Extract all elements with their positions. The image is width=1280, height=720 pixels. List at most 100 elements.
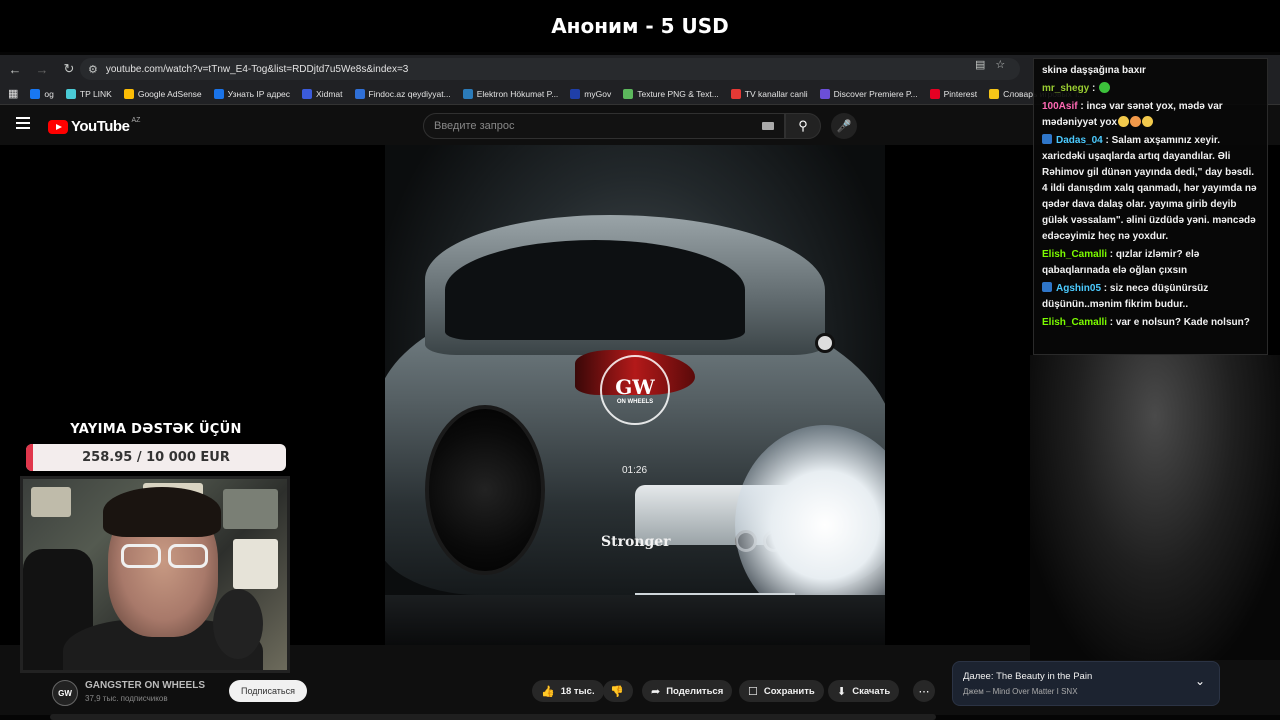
chat-separator: : [1101, 283, 1110, 294]
up-next-subtitle: Джем – Mind Over Matter I SNX [963, 687, 1078, 696]
apps-icon[interactable]: ▦ [8, 87, 18, 100]
download-button[interactable]: ⬇ Скачать [828, 680, 900, 702]
cast-icon[interactable]: ▤ [975, 58, 985, 71]
more-actions-icon[interactable]: ⋯ [913, 680, 935, 702]
up-next-card[interactable]: Далее: The Beauty in the Pain Джем – Min… [952, 661, 1220, 706]
video-frame[interactable]: GW ON WHEELS 01:26 Stronger [385, 145, 885, 645]
chat-username[interactable]: 100Asif [1042, 101, 1078, 112]
bookmark-label: og [44, 88, 54, 99]
wall-sticker [223, 489, 278, 529]
save-button[interactable]: ☐ Сохранить [739, 680, 824, 702]
bookmark-favicon-icon [123, 88, 134, 99]
bookmark-item[interactable]: TP LINK [65, 88, 112, 99]
thumbs-up-icon: 👍 [541, 685, 555, 698]
bookmark-item[interactable]: Findoc.az qeydiyyat... [354, 88, 451, 99]
star-icon[interactable]: ☆ [995, 58, 1005, 71]
stream-donation-title: Аноним - 5 USD [0, 0, 1280, 52]
like-button[interactable]: 👍 18 тыс. [532, 680, 604, 702]
menu-icon[interactable] [16, 117, 30, 129]
road [385, 595, 885, 645]
subscribe-button[interactable]: Подписаться [229, 680, 307, 702]
donation-goal-bar: 258.95 / 10 000 EUR [26, 444, 286, 471]
microphone [213, 589, 263, 659]
bookmark-label: Xidmat [316, 88, 343, 99]
emoji-icon [1118, 116, 1130, 127]
chat-message: mr_shegy : [1042, 81, 1261, 97]
share-button[interactable]: ➦ Поделиться [642, 680, 733, 702]
bookmark-icon: ☐ [748, 685, 758, 698]
chat-message: Elish_Camalli : var e nolsun? Kade nolsu… [1042, 315, 1261, 331]
streamer-hair [103, 487, 221, 537]
stream-screen: Аноним - 5 USD ← → ↻ ⚙ youtube.com/watch… [0, 0, 1280, 720]
description-box-edge [50, 714, 936, 720]
chat-username[interactable]: Agshin05 [1056, 283, 1101, 294]
bookmark-item[interactable]: TV kanallar canli [730, 88, 808, 99]
bookmark-favicon-icon [354, 88, 365, 99]
channel-name[interactable]: GANGSTER ON WHEELS [85, 680, 205, 691]
address-bar[interactable]: ⚙ youtube.com/watch?v=tTnw_E4-Tog&list=R… [80, 58, 1020, 80]
chat-text: var e nolsun? Kade nolsun? [1115, 317, 1250, 328]
bmw-badge [815, 333, 835, 353]
video-timestamp: 01:26 [622, 465, 648, 476]
bookmark-item[interactable]: Elektron Hökumət P... [462, 88, 558, 99]
bookmark-item[interactable]: Xidmat [302, 88, 343, 99]
bookmark-favicon-icon [213, 88, 224, 99]
live-chat-overlay: skinə daşşağına baxır mr_shegy : 100Asif … [1033, 58, 1268, 355]
chat-username[interactable]: Elish_Camalli [1042, 317, 1107, 328]
download-label: Скачать [852, 685, 891, 697]
youtube-logo[interactable]: YouTube AZ [48, 117, 140, 135]
bookmark-favicon-icon [929, 88, 940, 99]
bookmark-label: Google AdSense [137, 88, 202, 99]
bookmark-item[interactable]: Google AdSense [123, 88, 202, 99]
bookmark-item[interactable]: myGov [570, 88, 612, 99]
site-info-icon[interactable]: ⚙ [88, 63, 98, 76]
wall-sticker [233, 539, 278, 589]
bookmark-label: myGov [584, 88, 612, 99]
chat-message: Elish_Camalli : qızlar izləmir? elə qaba… [1042, 247, 1261, 279]
url-text[interactable]: youtube.com/watch?v=tTnw_E4-Tog&list=RDD… [106, 64, 408, 75]
watermark-letters: GW [615, 375, 655, 399]
chat-username[interactable]: mr_shegy [1042, 83, 1089, 94]
chat-separator: : [1107, 249, 1116, 260]
chat-message: 100Asif : incə var sənət yox, mədə var m… [1042, 99, 1261, 131]
bookmark-item[interactable]: Узнать IP адрес [213, 88, 290, 99]
channel-avatar[interactable]: GW [52, 680, 78, 706]
bookmark-item[interactable]: og [30, 88, 54, 99]
car-wheel [425, 405, 545, 575]
search-input[interactable]: Введите запрос [423, 113, 785, 139]
emoji-icon [1099, 82, 1111, 93]
voice-search-button[interactable]: 🎤 [831, 113, 857, 139]
reload-icon[interactable]: ↻ [57, 57, 81, 81]
chat-username[interactable]: Dadas_04 [1056, 135, 1103, 146]
thumbs-down-icon: 👎 [610, 685, 624, 698]
back-icon[interactable]: ← [3, 57, 27, 81]
chat-platform-badge-icon [1042, 134, 1052, 144]
bookmark-item[interactable]: Pinterest [929, 88, 977, 99]
bookmark-favicon-icon [462, 88, 473, 99]
save-label: Сохранить [763, 685, 815, 697]
search-placeholder: Введите запрос [434, 120, 515, 132]
chat-separator: : [1102, 135, 1112, 146]
watermark-subtitle: ON WHEELS [616, 399, 654, 405]
bookmark-favicon-icon [623, 88, 634, 99]
chevron-down-icon[interactable]: ⌄ [1195, 674, 1205, 688]
glasses-left-lens [121, 544, 161, 568]
forward-icon[interactable]: → [30, 57, 54, 81]
search-button[interactable]: ⚲ [785, 113, 821, 139]
bookmark-favicon-icon [730, 88, 741, 99]
car-rear-window [445, 240, 745, 340]
emoji-icon [1130, 116, 1142, 127]
youtube-play-icon [48, 119, 68, 134]
chat-username[interactable]: Elish_Camalli [1042, 249, 1107, 260]
emoji-icon [1142, 116, 1154, 127]
bookmark-favicon-icon [570, 88, 581, 99]
donation-goal-title: YAYIMA DƏSTƏK ÜÇÜN [70, 422, 242, 437]
wall-sticker [31, 487, 71, 517]
bookmark-label: Texture PNG & Text... [637, 88, 719, 99]
dislike-button[interactable]: 👎 [603, 680, 633, 702]
mic-icon: 🎤 [836, 119, 852, 133]
chat-message: skinə daşşağına baxır [1042, 63, 1261, 79]
bookmark-item[interactable]: Discover Premiere P... [819, 88, 918, 99]
bookmark-item[interactable]: Texture PNG & Text... [623, 88, 719, 99]
keyboard-icon[interactable] [762, 122, 774, 130]
